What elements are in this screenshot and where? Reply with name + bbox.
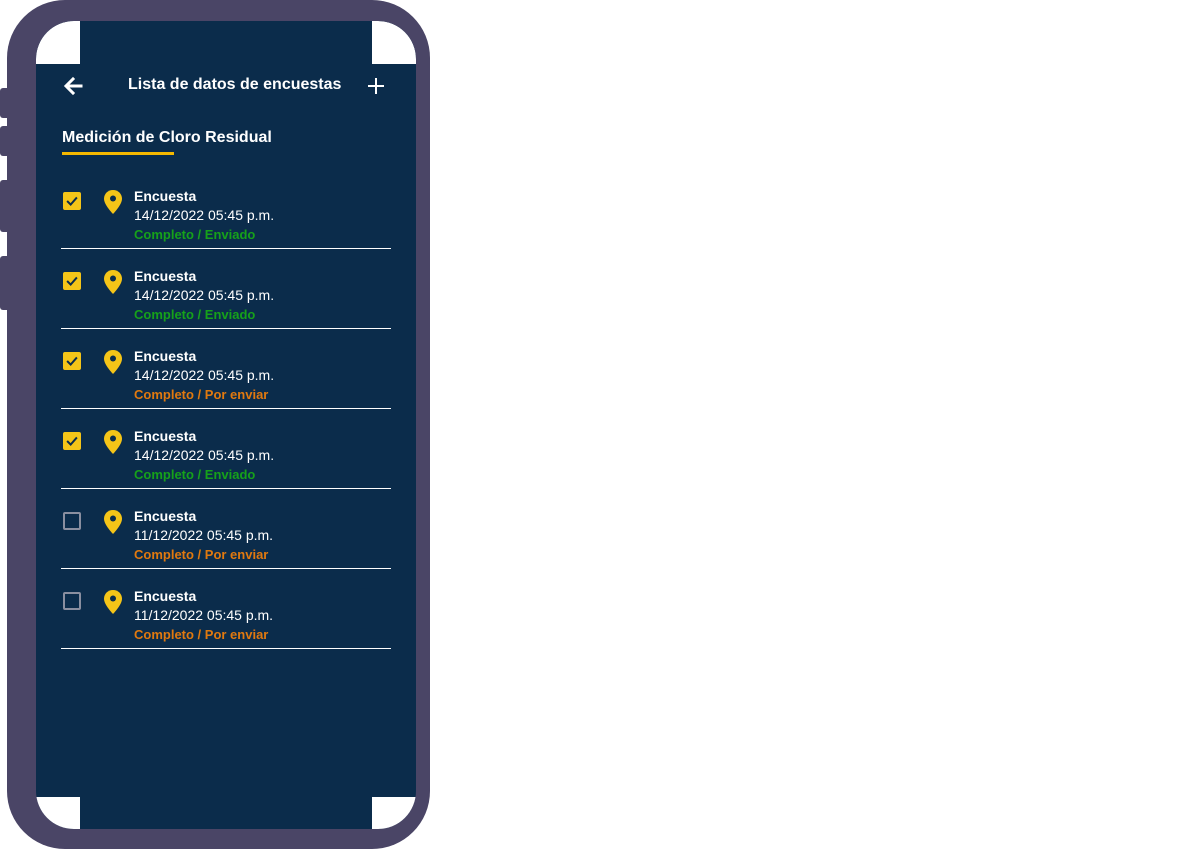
screen-corner [372, 797, 416, 829]
survey-checkbox[interactable] [63, 592, 81, 610]
survey-checkbox[interactable] [63, 512, 81, 530]
screen-corner [36, 797, 80, 829]
survey-status: Completo / Por enviar [134, 387, 269, 402]
survey-name: Encuesta [134, 588, 197, 604]
survey-status: Completo / Enviado [134, 467, 256, 482]
survey-name: Encuesta [134, 348, 197, 364]
survey-list-item[interactable]: Encuesta 11/12/2022 05:45 p.m. Completo / … [61, 489, 391, 569]
survey-list: Encuesta 14/12/2022 05:45 p.m. Completo / … [61, 169, 391, 649]
side-button [0, 256, 9, 310]
survey-text: Encuesta 14/12/2022 05:45 p.m. Completo / … [134, 427, 274, 485]
survey-text: Encuesta 11/12/2022 05:45 p.m. Completo / … [134, 587, 273, 645]
survey-date: 14/12/2022 05:45 p.m. [134, 447, 275, 463]
survey-name: Encuesta [134, 508, 197, 524]
survey-checkbox[interactable] [63, 432, 81, 450]
side-button [0, 180, 9, 232]
survey-checkbox[interactable] [63, 192, 81, 210]
phone-screen: Lista de datos de encuestas Medición de … [36, 21, 416, 829]
checkmark-icon [66, 276, 78, 286]
app-header: Lista de datos de encuestas [36, 71, 416, 101]
survey-list-item[interactable]: Encuesta 14/12/2022 05:45 p.m. Completo / … [61, 329, 391, 409]
screen-corner [36, 21, 80, 64]
checkmark-icon [66, 196, 78, 206]
screen-corner [372, 21, 416, 64]
survey-status: Completo / Por enviar [134, 627, 269, 642]
side-button [0, 126, 9, 156]
survey-date: 11/12/2022 05:45 p.m. [134, 527, 274, 543]
location-pin-icon [104, 590, 122, 614]
section-title: Medición de Cloro Residual [62, 129, 272, 146]
survey-list-item[interactable]: Encuesta 11/12/2022 05:45 p.m. Completo / … [61, 569, 391, 649]
arrow-left-icon[interactable] [62, 75, 84, 97]
plus-icon[interactable] [366, 76, 386, 96]
survey-text: Encuesta 14/12/2022 05:45 p.m. Completo / … [134, 267, 274, 325]
section-underline [62, 152, 174, 155]
page-title: Lista de datos de encuestas [128, 76, 342, 93]
survey-list-item[interactable]: Encuesta 14/12/2022 05:45 p.m. Completo / … [61, 169, 391, 249]
survey-name: Encuesta [134, 188, 197, 204]
checkmark-icon [66, 436, 78, 446]
survey-checkbox[interactable] [63, 272, 81, 290]
side-button [0, 88, 9, 118]
checkmark-icon [66, 356, 78, 366]
survey-status: Completo / Enviado [134, 307, 256, 322]
phone-frame: Lista de datos de encuestas Medición de … [0, 0, 430, 849]
location-pin-icon [104, 430, 122, 454]
location-pin-icon [104, 190, 122, 214]
survey-checkbox[interactable] [63, 352, 81, 370]
survey-text: Encuesta 11/12/2022 05:45 p.m. Completo / … [134, 507, 273, 565]
survey-date: 14/12/2022 05:45 p.m. [134, 367, 275, 383]
survey-list-item[interactable]: Encuesta 14/12/2022 05:45 p.m. Completo / … [61, 249, 391, 329]
survey-date: 14/12/2022 05:45 p.m. [134, 287, 275, 303]
survey-status: Completo / Por enviar [134, 547, 269, 562]
survey-text: Encuesta 14/12/2022 05:45 p.m. Completo / … [134, 347, 274, 405]
survey-date: 11/12/2022 05:45 p.m. [134, 607, 274, 623]
survey-status: Completo / Enviado [134, 227, 256, 242]
location-pin-icon [104, 270, 122, 294]
survey-date: 14/12/2022 05:45 p.m. [134, 207, 275, 223]
survey-name: Encuesta [134, 428, 197, 444]
survey-name: Encuesta [134, 268, 197, 284]
location-pin-icon [104, 350, 122, 374]
survey-text: Encuesta 14/12/2022 05:45 p.m. Completo / … [134, 187, 274, 245]
survey-list-item[interactable]: Encuesta 14/12/2022 05:45 p.m. Completo / … [61, 409, 391, 489]
location-pin-icon [104, 510, 122, 534]
